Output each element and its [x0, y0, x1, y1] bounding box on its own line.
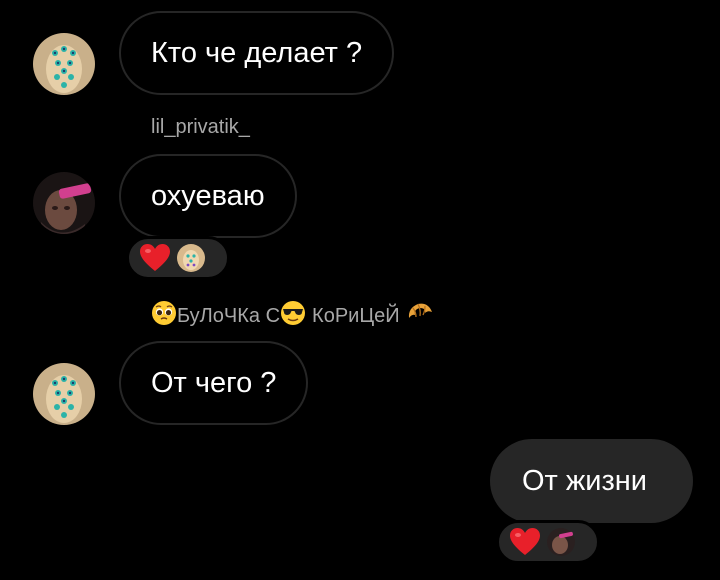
avatar[interactable]: [33, 33, 95, 95]
reactions-pill[interactable]: [126, 236, 230, 280]
sender-name: БуЛоЧКа С КоРиЦеЙ: [151, 300, 434, 332]
message-bubble[interactable]: охуеваю: [119, 154, 297, 238]
reactor-avatar: [547, 528, 575, 556]
reactions-pill[interactable]: [496, 520, 600, 564]
sender-name: lil_privatik_: [151, 116, 250, 138]
heart-icon: [509, 527, 541, 557]
croissant-icon: [406, 300, 434, 332]
sender-name-part: КоРиЦеЙ: [312, 304, 400, 327]
pleading-face-icon: [151, 300, 177, 332]
message-bubble-outgoing[interactable]: От жизни: [490, 439, 693, 523]
message-bubble[interactable]: От чего ?: [119, 341, 309, 425]
reactor-avatar: [177, 244, 205, 272]
avatar[interactable]: [33, 172, 95, 234]
sender-name-part: БуЛоЧКа С: [177, 304, 281, 327]
sunglasses-face-icon: [280, 300, 306, 332]
heart-icon: [139, 243, 171, 273]
message-bubble[interactable]: Кто че делает ?: [119, 11, 395, 95]
avatar[interactable]: [33, 363, 95, 425]
